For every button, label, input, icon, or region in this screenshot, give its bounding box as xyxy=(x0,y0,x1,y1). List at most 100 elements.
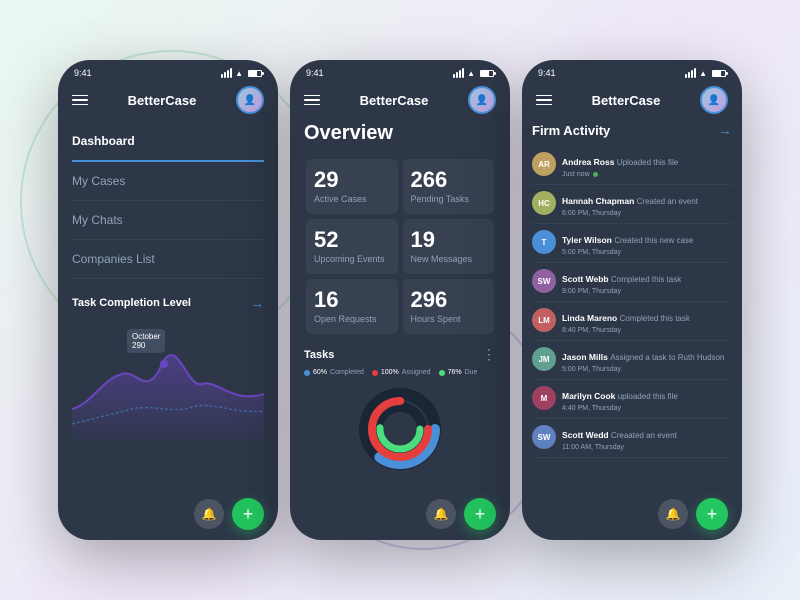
activity-text: Scott Wedd Creaated an event 11:00 AM, T… xyxy=(562,425,732,451)
activity-item: LM Linda Mareno Completed this task 8:40… xyxy=(532,302,732,341)
tasks-title: Tasks xyxy=(304,349,334,361)
fab-area-2: 🔔 + xyxy=(290,492,510,540)
app-title-1: BetterCase xyxy=(128,93,197,108)
avatar-1[interactable]: 👤 xyxy=(236,86,264,114)
legend-assigned: 100% Assigned xyxy=(372,369,431,376)
nav-content: Dashboard My Cases My Chats Companies Li… xyxy=(58,122,278,492)
activity-item: T Tyler Wilson Created this new case 5:0… xyxy=(532,224,732,263)
overview-content: Overview 29 Active Cases 266 Pending Tas… xyxy=(290,122,510,492)
battery-icon-2 xyxy=(480,70,494,77)
phone-dashboard: 9:41 ▲ BetterCase 👤 Dashboard My Cases M… xyxy=(58,60,278,540)
activity-text: Hannah Chapman Created an event 6:00 PM,… xyxy=(562,191,732,217)
activity-item: M Marilyn Cook uploaded this file 4:40 P… xyxy=(532,380,732,419)
firm-activity-title: Firm Activity xyxy=(532,123,610,138)
activity-avatar: HC xyxy=(532,191,556,215)
status-icons-2: ▲ xyxy=(453,68,494,78)
chart-area: October 290 xyxy=(72,319,264,439)
activity-item: JM Jason Mills Assigned a task to Ruth H… xyxy=(532,341,732,380)
chart-arrow-icon[interactable]: → xyxy=(250,295,264,311)
online-indicator xyxy=(593,172,598,177)
bell-button-3[interactable]: 🔔 xyxy=(658,499,688,529)
fab-button-2[interactable]: + xyxy=(464,498,496,530)
activity-avatar: SW xyxy=(532,425,556,449)
chart-section: Task Completion Level → October 290 xyxy=(72,295,264,439)
fab-area-1: 🔔 + xyxy=(58,492,278,540)
phone-overview: 9:41 ▲ BetterCase 👤 Overview 29 Active C… xyxy=(290,60,510,540)
stat-hours: 296 Hours Spent xyxy=(403,279,495,334)
activity-avatar: M xyxy=(532,386,556,410)
phone-activity: 9:41 ▲ BetterCase 👤 Firm Activity → AR A… xyxy=(522,60,742,540)
tasks-header: Tasks ⋮ xyxy=(304,346,496,363)
hamburger-menu-1[interactable] xyxy=(72,95,88,106)
nav-cases[interactable]: My Cases xyxy=(72,162,264,201)
activity-avatar: LM xyxy=(532,308,556,332)
nav-companies[interactable]: Companies List xyxy=(72,240,264,279)
activity-avatar: SW xyxy=(532,269,556,293)
activity-item: SW Scott Wedd Creaated an event 11:00 AM… xyxy=(532,419,732,458)
bell-button-2[interactable]: 🔔 xyxy=(426,499,456,529)
stat-requests: 16 Open Requests xyxy=(306,279,398,334)
donut-svg xyxy=(355,384,445,474)
wifi-icon-3: ▲ xyxy=(699,69,707,78)
status-icons-1: ▲ xyxy=(221,68,262,78)
firm-activity-arrow[interactable]: → xyxy=(718,122,732,138)
bell-button-1[interactable]: 🔔 xyxy=(194,499,224,529)
activity-item-scott-webb: SW Scott Webb Completed this task 9:00 P… xyxy=(532,263,732,302)
activity-text: Linda Mareno Completed this task 8:40 PM… xyxy=(562,308,732,334)
activity-content: Firm Activity → AR Andrea Ross Uploaded … xyxy=(522,122,742,492)
chart-title: Task Completion Level xyxy=(72,297,191,309)
fab-area-3: 🔔 + xyxy=(522,492,742,540)
overview-title: Overview xyxy=(304,122,496,145)
nav-chats[interactable]: My Chats xyxy=(72,201,264,240)
activity-item: HC Hannah Chapman Created an event 6:00 … xyxy=(532,185,732,224)
status-bar-2: 9:41 ▲ xyxy=(290,60,510,82)
app-title-3: BetterCase xyxy=(592,93,661,108)
signal-icon-3 xyxy=(685,68,696,78)
chart-tooltip: October 290 xyxy=(127,329,165,353)
stat-events: 52 Upcoming Events xyxy=(306,219,398,274)
chart-svg xyxy=(72,319,264,439)
time-2: 9:41 xyxy=(306,68,324,78)
activity-item: AR Andrea Ross Uploaded this file Just n… xyxy=(532,146,732,185)
fab-button-1[interactable]: + xyxy=(232,498,264,530)
activity-text: Scott Webb Completed this task 9:00 PM, … xyxy=(562,269,732,295)
legend-dot-due xyxy=(439,370,445,376)
activity-text: Andrea Ross Uploaded this file Just now xyxy=(562,152,732,178)
hamburger-menu-2[interactable] xyxy=(304,95,320,106)
stats-grid: 29 Active Cases 266 Pending Tasks 52 Upc… xyxy=(304,157,496,336)
signal-icon xyxy=(221,68,232,78)
activity-text: Tyler Wilson Created this new case 5:00 … xyxy=(562,230,732,256)
activity-avatar: T xyxy=(532,230,556,254)
activity-avatar: AR xyxy=(532,152,556,176)
donut-chart xyxy=(304,384,496,474)
activity-text: Marilyn Cook uploaded this file 4:40 PM,… xyxy=(562,386,732,412)
legend-dot-completed xyxy=(304,370,310,376)
app-title-2: BetterCase xyxy=(360,93,429,108)
hamburger-menu-3[interactable] xyxy=(536,95,552,106)
app-header-2: BetterCase 👤 xyxy=(290,82,510,122)
stat-pending-tasks: 266 Pending Tasks xyxy=(403,159,495,214)
battery-icon-3 xyxy=(712,70,726,77)
time-3: 9:41 xyxy=(538,68,556,78)
section-title-row: Firm Activity → xyxy=(532,122,732,138)
nav-dashboard[interactable]: Dashboard xyxy=(72,122,264,162)
app-header-1: BetterCase 👤 xyxy=(58,82,278,122)
activity-text: Jason Mills Assigned a task to Ruth Huds… xyxy=(562,347,732,373)
stat-active-cases: 29 Active Cases xyxy=(306,159,398,214)
more-options-icon[interactable]: ⋮ xyxy=(482,346,496,363)
legend-dot-assigned xyxy=(372,370,378,376)
wifi-icon: ▲ xyxy=(235,69,243,78)
avatar-3[interactable]: 👤 xyxy=(700,86,728,114)
activity-avatar: JM xyxy=(532,347,556,371)
chart-title-row: Task Completion Level → xyxy=(72,295,264,311)
avatar-2[interactable]: 👤 xyxy=(468,86,496,114)
activity-list: AR Andrea Ross Uploaded this file Just n… xyxy=(532,146,732,458)
signal-icon-2 xyxy=(453,68,464,78)
stat-messages: 19 New Messages xyxy=(403,219,495,274)
time-1: 9:41 xyxy=(74,68,92,78)
tasks-legend: 60% Completed 100% Assigned 76% Due xyxy=(304,369,496,376)
fab-button-3[interactable]: + xyxy=(696,498,728,530)
status-bar-3: 9:41 ▲ xyxy=(522,60,742,82)
legend-due: 76% Due xyxy=(439,369,478,376)
status-icons-3: ▲ xyxy=(685,68,726,78)
